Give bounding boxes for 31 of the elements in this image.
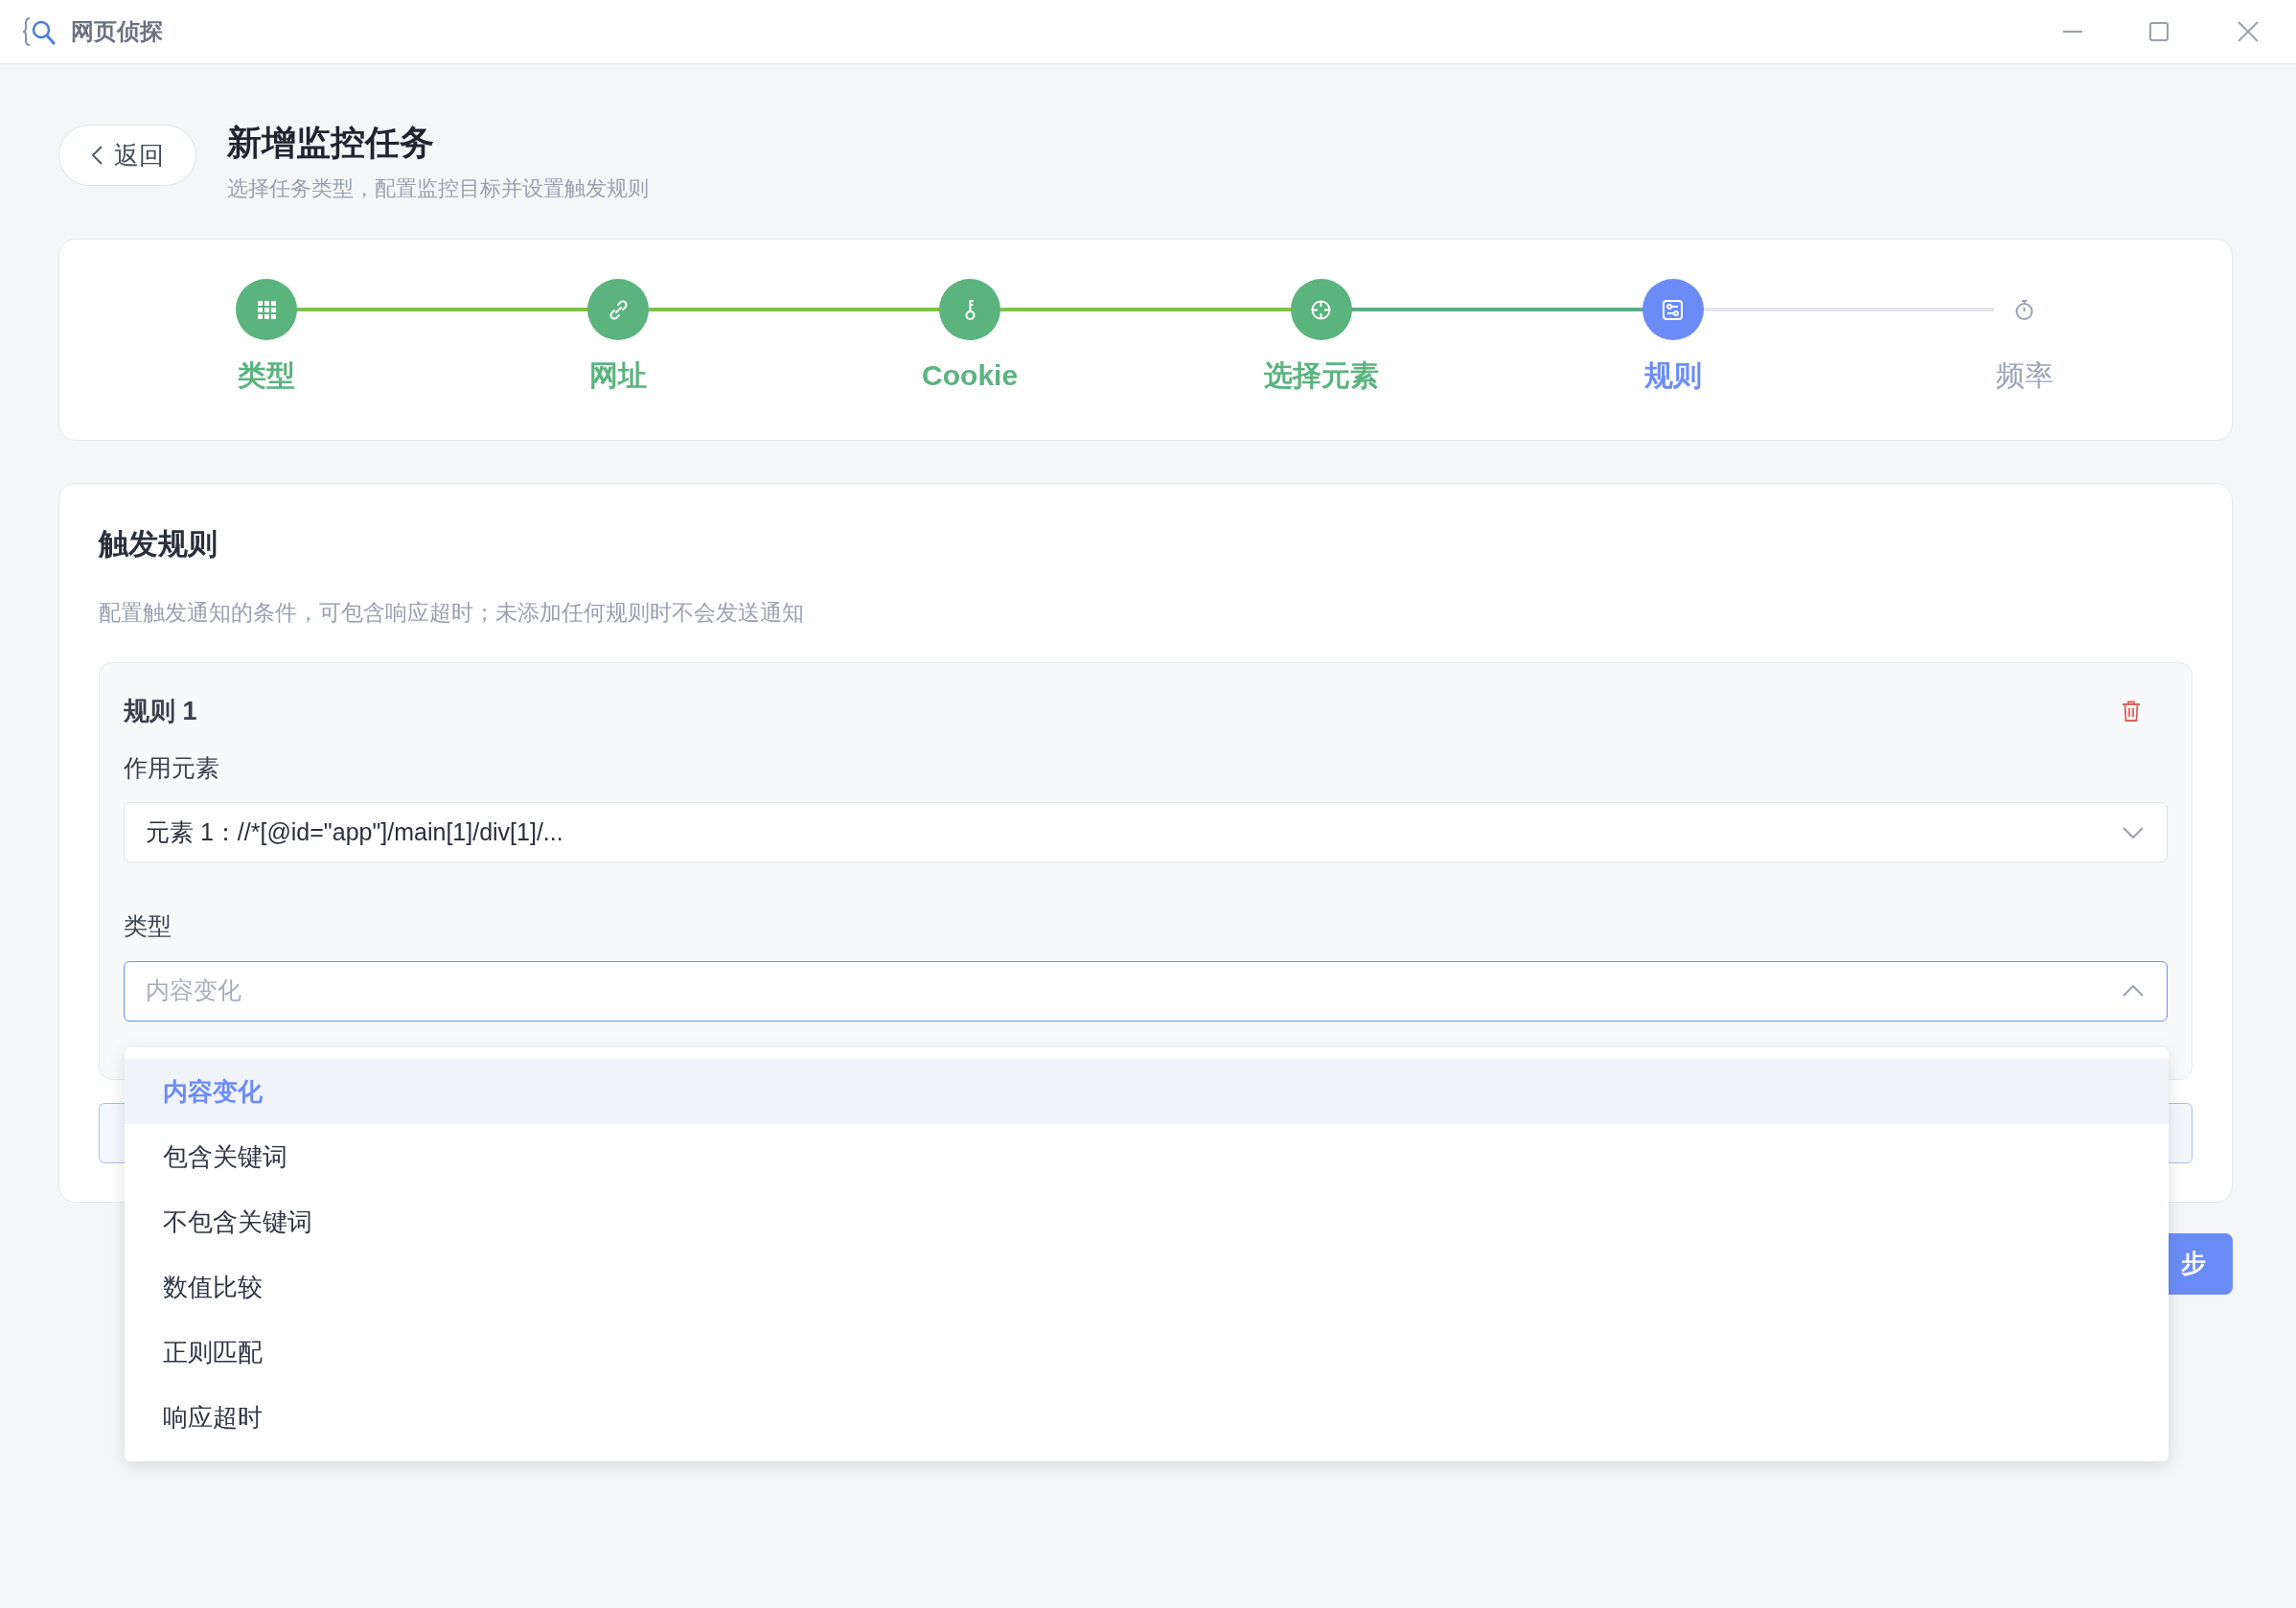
select-placeholder: 内容变化 — [146, 976, 241, 1006]
step-label: Cookie — [922, 358, 1019, 393]
section-description: 配置触发通知的条件，可包含响应超时；未添加任何规则时不会发送通知 — [99, 598, 805, 627]
chevron-up-icon — [2123, 985, 2144, 997]
step-label: 选择元素 — [1263, 358, 1379, 393]
window-title: 网页侦探 — [71, 17, 163, 46]
select-value: 元素 1：//*[@id="app"]/main[1]/div[1]/... — [146, 816, 563, 847]
step-label: 类型 — [238, 358, 296, 393]
maximize-icon[interactable] — [2149, 22, 2169, 41]
chevron-down-icon — [2123, 826, 2144, 838]
page-title: 新增监控任务 — [227, 122, 435, 164]
element-select[interactable]: 元素 1：//*[@id="app"]/main[1]/div[1]/... — [124, 802, 2168, 862]
dropdown-option[interactable]: 不包含关键词 — [125, 1189, 2169, 1254]
close-icon[interactable] — [2237, 20, 2260, 43]
field-label: 作用元素 — [124, 752, 220, 783]
step-label: 频率 — [1995, 358, 2054, 393]
trash-icon[interactable] — [2122, 701, 2141, 723]
step-label: 规则 — [1643, 358, 1702, 393]
page-subtitle: 选择任务类型，配置监控目标并设置触发规则 — [227, 175, 649, 202]
section-title: 触发规则 — [99, 526, 218, 563]
app-logo-icon — [23, 15, 57, 48]
field-label: 类型 — [124, 911, 172, 941]
dropdown-option[interactable]: 响应超时 — [125, 1385, 2169, 1450]
chevron-left-icon — [91, 146, 103, 165]
sliders-icon — [1661, 297, 1686, 322]
dropdown-option[interactable]: 正则匹配 — [125, 1320, 2169, 1385]
rule-title: 规则 1 — [124, 696, 197, 727]
back-button[interactable]: 返回 — [58, 125, 196, 186]
dropdown-option[interactable]: 数值比较 — [125, 1254, 2169, 1320]
dropdown-option[interactable]: 包含关键词 — [125, 1124, 2169, 1189]
step-label: 网址 — [589, 358, 648, 393]
